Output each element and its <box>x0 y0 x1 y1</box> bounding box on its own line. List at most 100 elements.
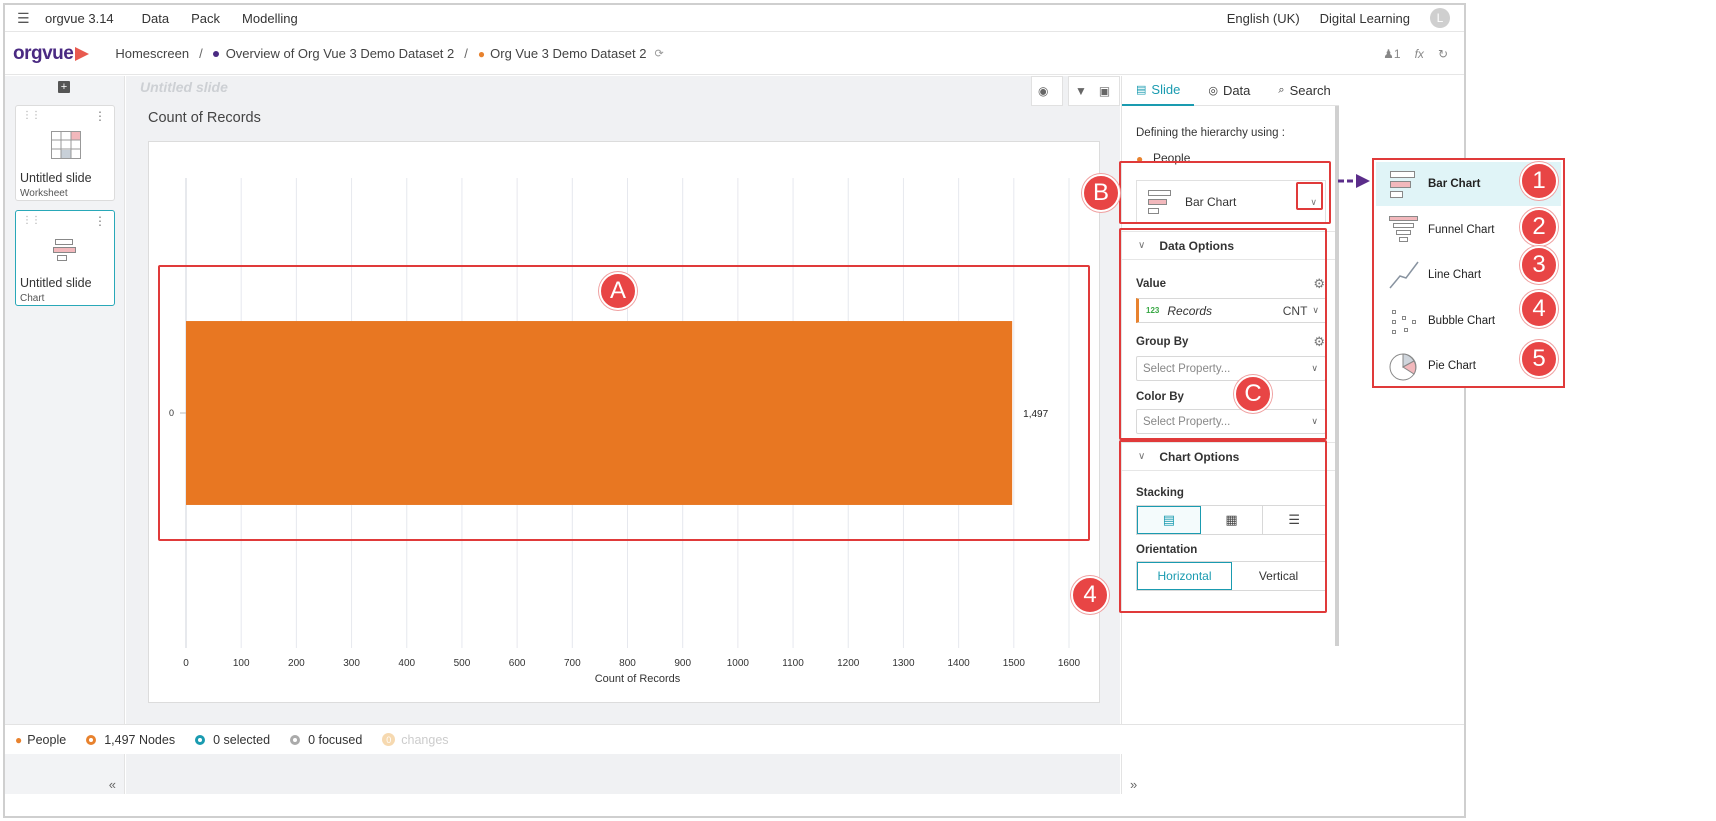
breadcrumb-homescreen[interactable]: Homescreen <box>115 46 189 61</box>
user-count[interactable]: ♟1 <box>1383 47 1400 61</box>
drag-handle-icon[interactable]: ⋮⋮ <box>22 215 41 226</box>
paw-icon: ● <box>15 732 23 747</box>
bar-chart-icon <box>53 239 76 261</box>
bar-chart-icon <box>1390 171 1415 198</box>
status-changes-label: changes <box>401 732 449 747</box>
drag-handle-icon[interactable]: ⋮⋮ <box>22 110 41 121</box>
annotation-badge-4-menu: 4 <box>1520 290 1558 328</box>
slide-title: Untitled slide <box>20 276 92 290</box>
menu-bar: ☰ orgvue 3.14 Data Pack Modelling Englis… <box>5 5 1464 32</box>
annotation-badge-a: A <box>599 272 637 310</box>
hamburger-menu-icon[interactable]: ☰ <box>17 10 35 27</box>
tab-search-label: Search <box>1289 83 1331 98</box>
tab-data[interactable]: ◎ Data <box>1194 76 1264 106</box>
slide-thumb-chart[interactable]: ⋮⋮ ⋮ Untitled slide Chart <box>15 210 115 306</box>
x-tick-label: 200 <box>288 658 305 669</box>
breadcrumb-bar: orgvue Homescreen / Overview of Org Vue … <box>5 33 1464 75</box>
menu-item-label: Funnel Chart <box>1428 224 1495 236</box>
x-tick-label: 900 <box>674 658 691 669</box>
tab-slide[interactable]: ▤ Slide <box>1122 76 1195 106</box>
status-selected-label: 0 selected <box>213 732 271 747</box>
expand-right-icon[interactable]: » <box>1130 777 1137 792</box>
theme-toolbar: ◉ <box>1031 76 1063 106</box>
status-bar: ● People 1,497 Nodes 0 selected 0 focused… <box>5 724 1464 754</box>
collapse-left-icon[interactable]: « <box>109 777 116 792</box>
paw-icon: ● <box>477 46 486 61</box>
logo-text: orgvue <box>13 42 74 64</box>
status-nodes-label: 1,497 Nodes <box>104 732 176 747</box>
breadcrumb-overview[interactable]: Overview of Org Vue 3 Demo Dataset 2 <box>226 46 455 61</box>
bubble-chart-icon <box>1392 310 1416 334</box>
add-slide-button[interactable]: + <box>58 81 70 93</box>
palette-icon[interactable]: ◉ <box>1032 84 1054 98</box>
more-options-icon[interactable]: ⋮ <box>94 109 106 123</box>
hierarchy-label: Defining the hierarchy using : <box>1136 127 1285 139</box>
x-axis-label: Count of Records <box>595 673 681 685</box>
menu-modelling[interactable]: Modelling <box>242 11 298 26</box>
tab-slide-label: Slide <box>1151 82 1181 97</box>
tab-data-label: Data <box>1222 83 1251 98</box>
status-people-label: People <box>27 732 67 747</box>
chart-title: Count of Records <box>148 110 261 126</box>
annotation-badge-c: C <box>1234 375 1272 413</box>
x-tick-label: 600 <box>509 658 526 669</box>
workspace-name[interactable]: Digital Learning <box>1320 11 1410 26</box>
menu-item-label: Pie Chart <box>1428 360 1476 372</box>
slide-title-input[interactable]: Untitled slide <box>140 79 228 95</box>
x-tick-label: 700 <box>564 658 581 669</box>
status-selected[interactable]: 0 selected <box>195 733 270 747</box>
worksheet-icon <box>51 131 81 159</box>
x-tick-label: 800 <box>619 658 636 669</box>
x-tick-label: 300 <box>343 658 360 669</box>
slide-list: + ⋮⋮ ⋮ Untitled slide Worksheet ⋮⋮ ⋮ Unt… <box>5 76 125 794</box>
app-name: orgvue 3.14 <box>45 10 114 26</box>
language-selector[interactable]: English (UK) <box>1227 11 1300 26</box>
x-tick-label: 1200 <box>837 658 860 669</box>
menu-data[interactable]: Data <box>142 11 169 26</box>
more-options-icon[interactable]: ⋮ <box>94 214 106 228</box>
x-tick-label: 1100 <box>782 658 804 669</box>
layers-icon[interactable]: ▣ <box>1093 84 1116 98</box>
status-nodes[interactable]: 1,497 Nodes <box>86 733 175 747</box>
breadcrumb-dataset[interactable]: Org Vue 3 Demo Dataset 2 <box>490 46 646 61</box>
slide-type: Chart <box>20 293 45 304</box>
annotation-badge-2: 2 <box>1520 208 1558 246</box>
x-tick-label: 100 <box>233 658 250 669</box>
menu-pack[interactable]: Pack <box>191 11 220 26</box>
x-tick-label: 0 <box>183 658 189 669</box>
orgvue-logo[interactable]: orgvue <box>13 43 91 65</box>
sync-icon[interactable]: ↻ <box>1438 47 1448 61</box>
slide-tab-icon: ▤ <box>1136 84 1147 96</box>
user-icon: ♟ <box>1383 46 1394 61</box>
filter-icon[interactable]: ▼ <box>1069 84 1093 98</box>
search-icon: ⌕ <box>1278 84 1285 96</box>
nodes-icon <box>86 734 97 745</box>
tab-search[interactable]: ⌕ Search <box>1264 76 1344 106</box>
annotation-box-dropdown <box>1296 182 1323 210</box>
x-tick-label: 1600 <box>1058 658 1081 669</box>
breadcrumb-separator: / <box>199 46 203 61</box>
refresh-dataset-icon[interactable]: ⟳ <box>654 47 663 60</box>
x-tick-label: 1000 <box>727 658 750 669</box>
x-tick-label: 1500 <box>1003 658 1026 669</box>
selected-icon <box>195 734 206 745</box>
menu-item-label: Bubble Chart <box>1428 315 1496 327</box>
annotation-box-4 <box>1119 440 1327 613</box>
filter-toolbar: ▼ ▣ <box>1068 76 1120 106</box>
annotation-box-c <box>1119 228 1327 440</box>
data-tab-icon: ◎ <box>1208 85 1218 97</box>
status-focused[interactable]: 0 focused <box>290 733 362 747</box>
status-people[interactable]: ● People <box>15 733 66 747</box>
status-changes[interactable]: 0 changes <box>382 732 449 747</box>
avatar[interactable]: L <box>1430 8 1450 28</box>
annotation-badge-5: 5 <box>1520 340 1558 378</box>
line-chart-icon <box>1389 261 1419 289</box>
formula-icon[interactable]: fx <box>1415 47 1424 61</box>
slide-type: Worksheet <box>20 188 68 199</box>
annotation-badge-4: 4 <box>1071 576 1109 614</box>
slide-thumb-worksheet[interactable]: ⋮⋮ ⋮ Untitled slide Worksheet <box>15 105 115 201</box>
status-focused-label: 0 focused <box>308 732 363 747</box>
slide-title: Untitled slide <box>20 171 92 185</box>
user-count-value: 1 <box>1393 46 1401 61</box>
annotation-badge-3: 3 <box>1520 246 1558 284</box>
